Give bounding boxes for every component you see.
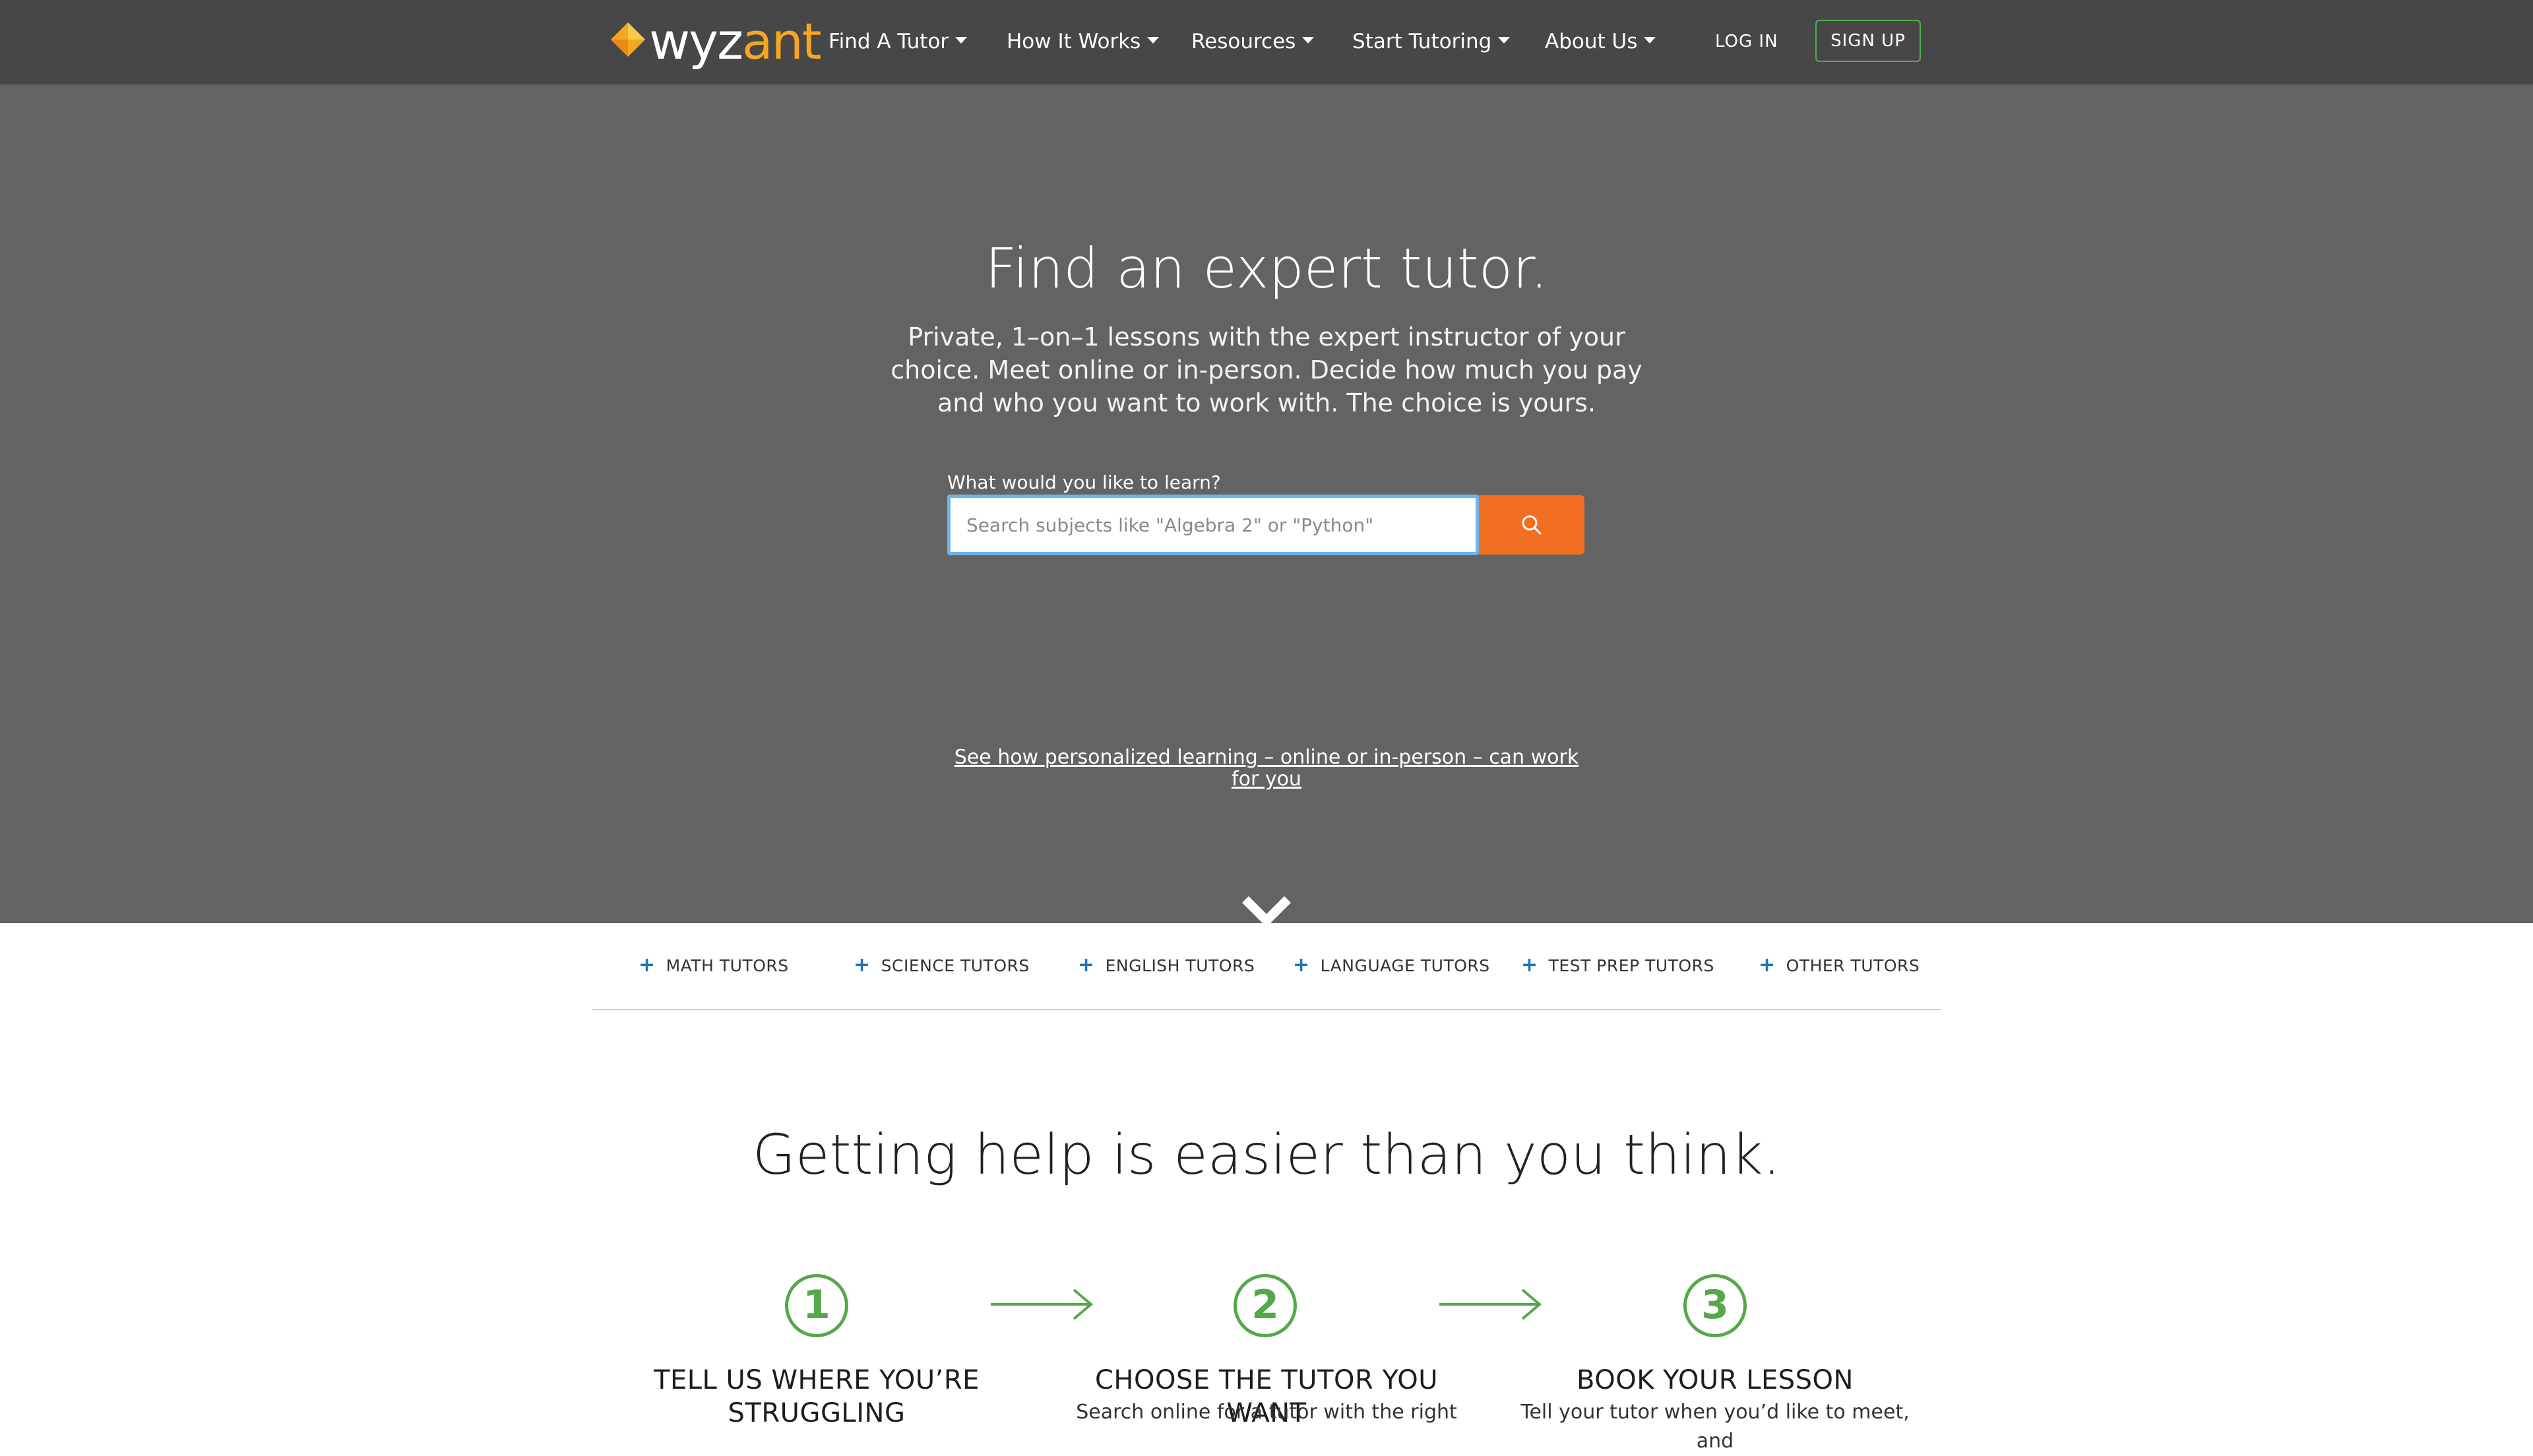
step-title: TELL US WHERE YOU’RE STRUGGLING [654,1365,980,1428]
logo-wordmark-accent: ant [742,12,822,71]
nav-find-a-tutor-label: Find A Tutor [829,30,949,53]
nav-resources-label: Resources [1191,30,1296,53]
wyzant-logo[interactable]: wyzant [610,12,822,71]
arrow-right-icon [991,1289,1094,1320]
logo-wordmark: wyzant [649,12,822,71]
caret-down-icon [1498,36,1511,44]
category-label: OTHER TUTORS [1786,956,1920,975]
plus-icon: + [1521,954,1538,977]
step-number-badge: 2 [1234,1274,1297,1337]
caret-down-icon [1302,36,1315,44]
category-english-tutors[interactable]: + ENGLISH TUTORS [1078,952,1255,979]
plus-icon: + [1293,954,1310,977]
category-test-prep-tutors[interactable]: + TEST PREP TUTORS [1521,952,1714,979]
step-title: BOOK YOUR LESSON [1577,1365,1854,1395]
plus-icon: + [1759,954,1776,977]
hero-section: Find an expert tutor. Private, 1–on–1 le… [0,84,2533,927]
personalized-learning-link[interactable]: See how personalized learning – online o… [943,746,1590,790]
nav-how-it-works-label: How It Works [1007,30,1141,53]
search-input[interactable] [947,495,1479,555]
plus-icon: + [639,954,656,977]
nav-find-a-tutor[interactable]: Find A Tutor [829,25,968,58]
category-label: SCIENCE TUTORS [881,956,1030,975]
search-icon [1522,515,1542,535]
caret-down-icon [1644,36,1656,44]
search-label: What would you like to learn? [947,471,1221,493]
tutor-categories-bar: + MATH TUTORS + SCIENCE TUTORS + ENGLISH TU… [592,923,1941,1010]
step-description: Search online for a tutor with the right [1076,1401,1457,1424]
category-language-tutors[interactable]: + LANGUAGE TUTORS [1293,952,1490,979]
how-it-works-title: Getting help is easier than you think. [752,1122,1781,1187]
step-description: Tell your tutor when you’d like to meet,… [1520,1401,1910,1453]
nav-about-us-label: About Us [1545,30,1638,53]
nav-resources[interactable]: Resources [1191,25,1315,58]
nav-start-tutoring-label: Start Tutoring [1352,30,1492,53]
plus-icon: + [1078,954,1095,977]
category-other-tutors[interactable]: + OTHER TUTORS [1759,952,1920,979]
category-label: TEST PREP TUTORS [1548,956,1714,975]
wyzant-diamond-logo-icon [611,22,645,57]
hero-title: Find an expert tutor. [985,236,1548,301]
category-label: MATH TUTORS [666,956,789,975]
step-number-badge: 3 [1683,1274,1747,1337]
nav-start-tutoring[interactable]: Start Tutoring [1352,25,1511,58]
arrow-right-icon [1439,1289,1542,1320]
category-label: LANGUAGE TUTORS [1320,956,1490,975]
nav-how-it-works[interactable]: How It Works [1007,25,1160,58]
caret-down-icon [955,36,968,44]
search-button[interactable] [1479,495,1584,555]
category-label: ENGLISH TUTORS [1105,956,1255,975]
signup-button[interactable]: SIGN UP [1815,20,1921,62]
caret-down-icon [1147,36,1160,44]
login-link[interactable]: LOG IN [1715,26,1778,57]
hero-subtitle: Private, 1–on–1 lessons with the expert … [891,322,1642,417]
top-navigation-bar: wyzant Find A Tutor How It Works Resourc… [0,0,2533,84]
chevron-down-icon[interactable] [1240,893,1293,927]
category-science-tutors[interactable]: + SCIENCE TUTORS [854,952,1030,979]
category-math-tutors[interactable]: + MATH TUTORS [639,952,789,979]
plus-icon: + [854,954,871,977]
logo-wordmark-main: wyz [649,12,743,71]
nav-about-us[interactable]: About Us [1545,25,1656,58]
step-number-badge: 1 [785,1274,848,1337]
